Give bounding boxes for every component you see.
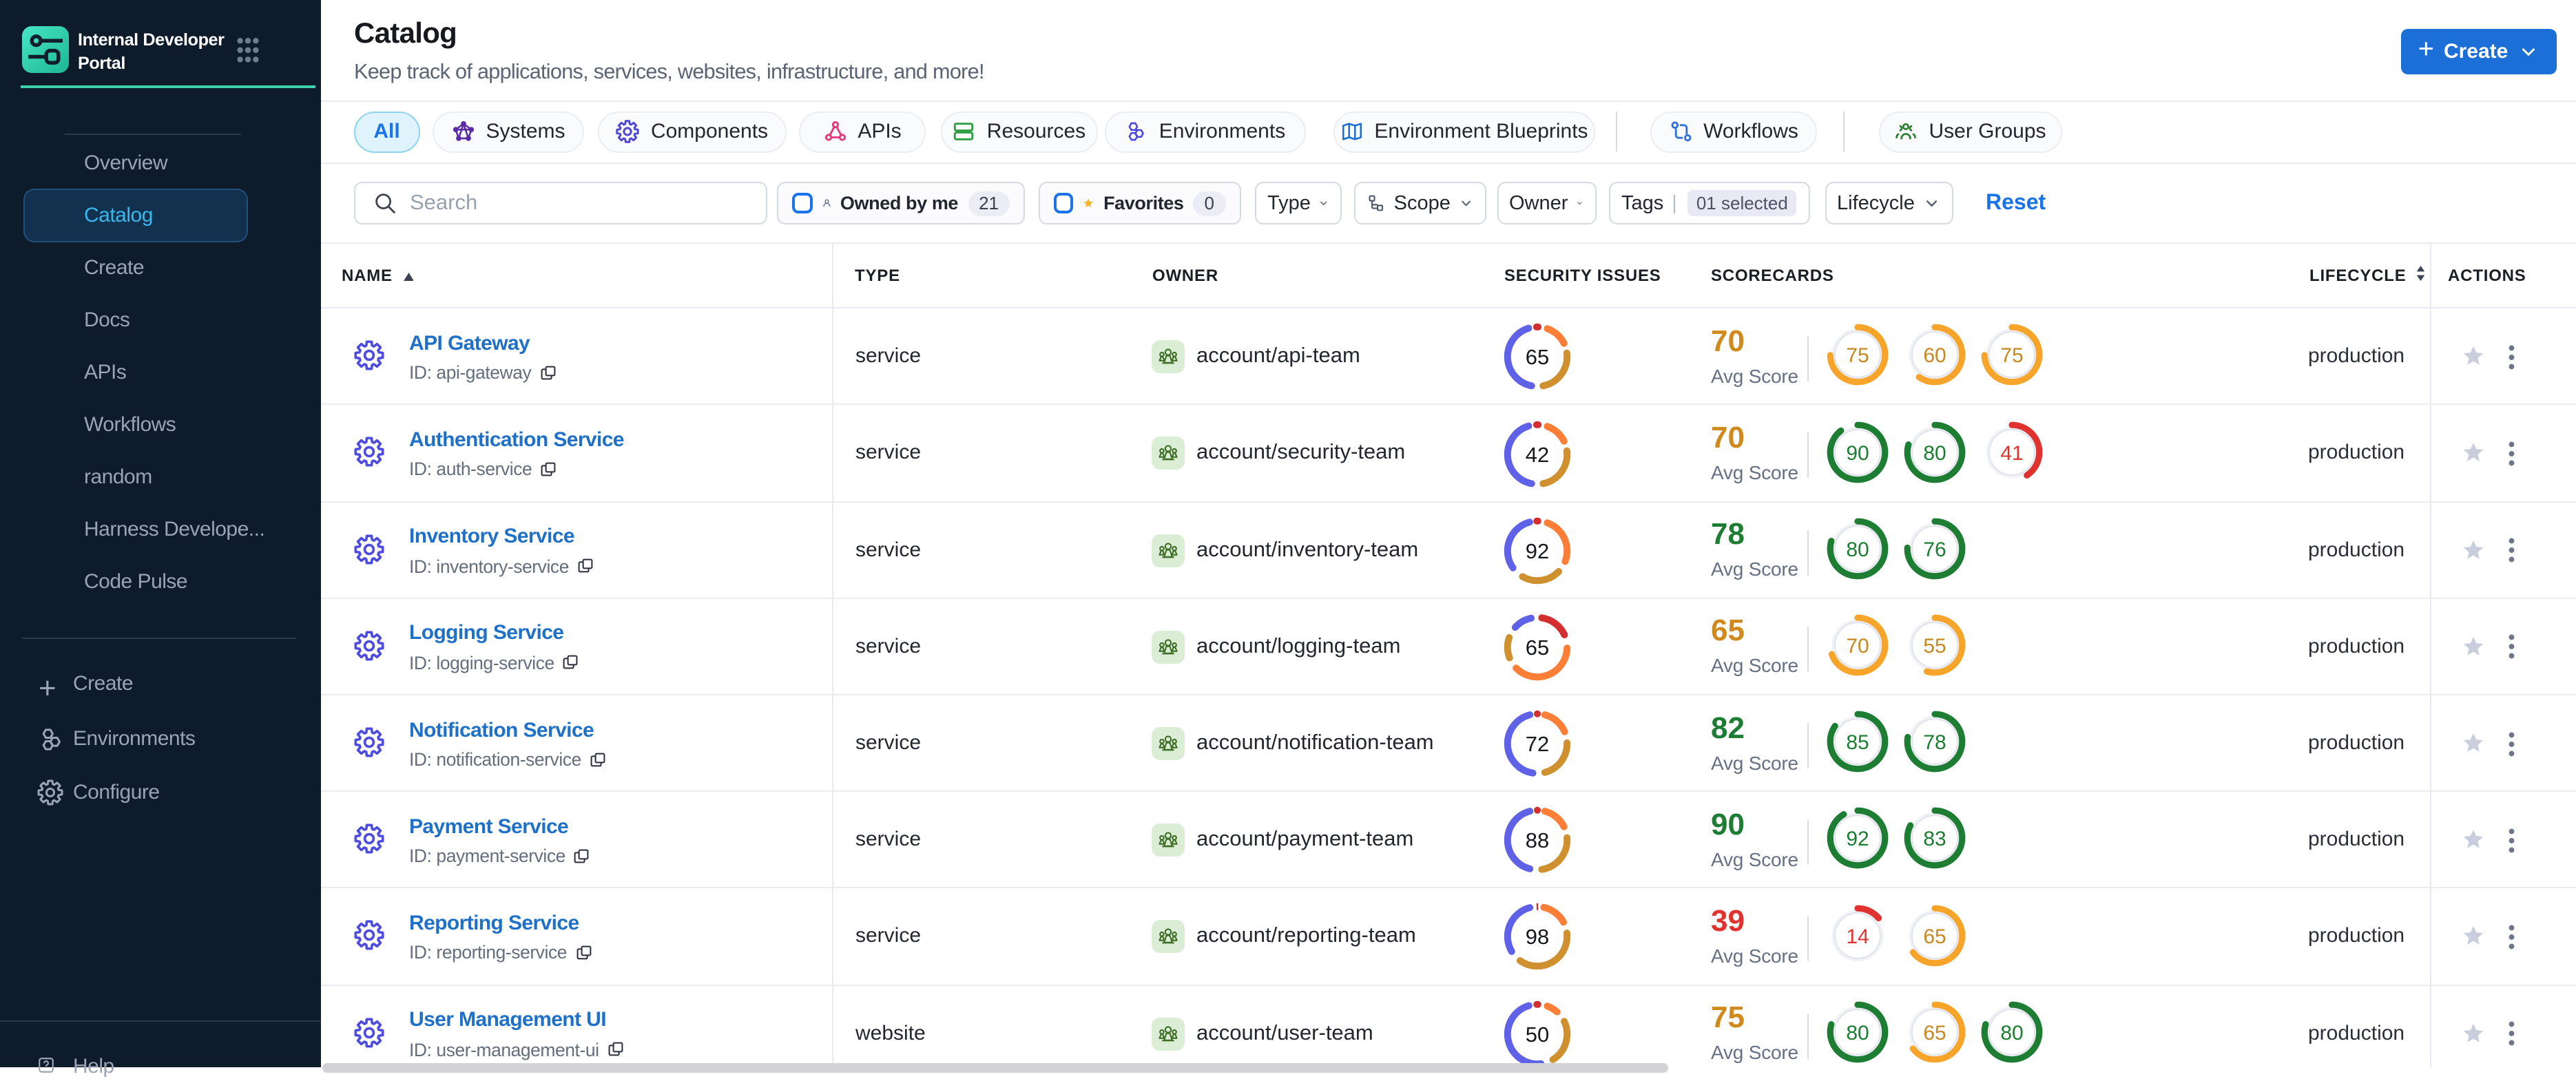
svg-text:75: 75 <box>2000 345 2023 368</box>
svg-text:41: 41 <box>2000 441 2023 464</box>
svg-text:14: 14 <box>1846 925 1869 947</box>
svg-text:92: 92 <box>1526 538 1549 563</box>
svg-text:76: 76 <box>1923 538 1946 560</box>
svg-text:90: 90 <box>1846 441 1869 464</box>
svg-text:88: 88 <box>1526 829 1549 853</box>
svg-text:65: 65 <box>1526 346 1549 370</box>
svg-text:75: 75 <box>1846 345 1869 368</box>
svg-text:65: 65 <box>1923 925 1946 947</box>
svg-text:80: 80 <box>2000 1021 2023 1044</box>
svg-text:80: 80 <box>1846 538 1869 560</box>
svg-text:92: 92 <box>1846 828 1869 851</box>
svg-text:65: 65 <box>1923 1021 1946 1044</box>
svg-text:60: 60 <box>1923 345 1946 368</box>
svg-text:83: 83 <box>1923 828 1946 851</box>
svg-text:50: 50 <box>1526 1022 1549 1046</box>
svg-text:80: 80 <box>1846 1021 1869 1044</box>
svg-text:98: 98 <box>1526 925 1549 949</box>
svg-text:42: 42 <box>1526 442 1549 466</box>
svg-text:72: 72 <box>1526 732 1549 756</box>
svg-text:80: 80 <box>1923 441 1946 464</box>
svg-text:78: 78 <box>1923 731 1946 754</box>
svg-text:70: 70 <box>1846 635 1869 658</box>
svg-text:85: 85 <box>1846 731 1869 754</box>
svg-text:65: 65 <box>1526 636 1549 660</box>
svg-text:55: 55 <box>1923 635 1946 658</box>
